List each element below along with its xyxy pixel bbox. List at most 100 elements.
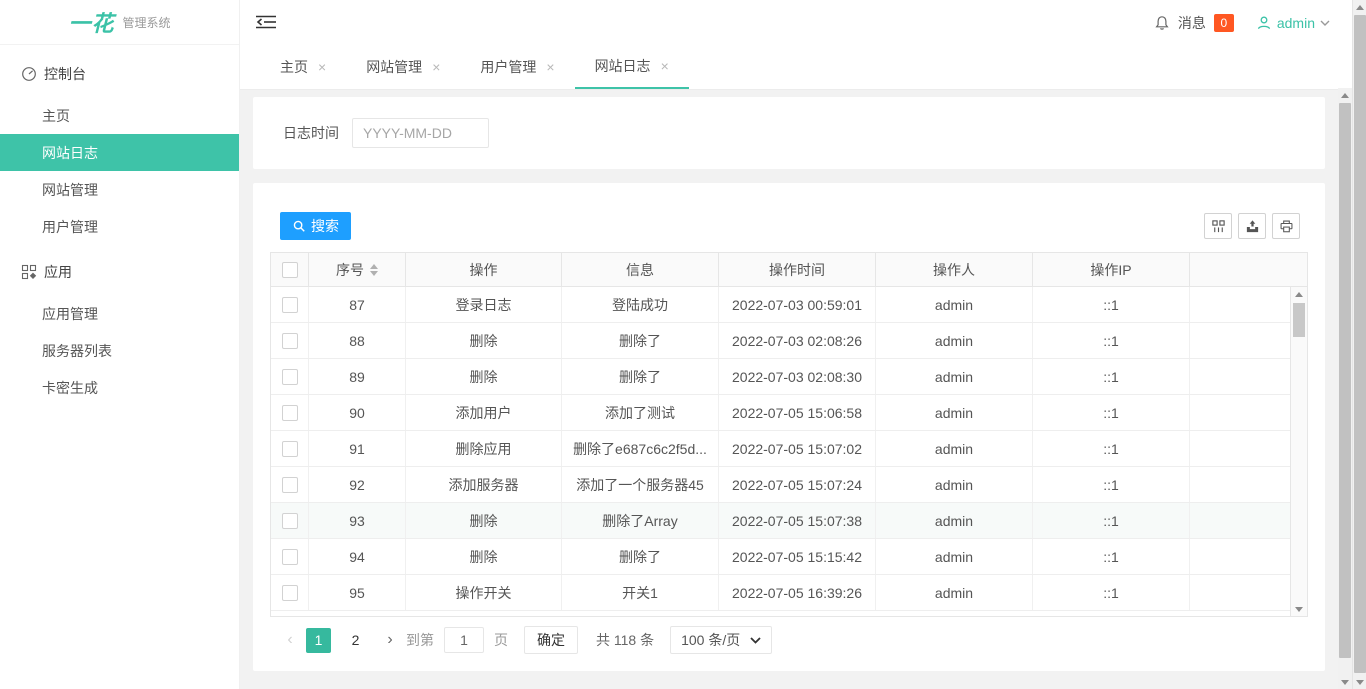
sidebar-item-label: 网站日志 bbox=[42, 143, 98, 163]
scroll-down-icon[interactable] bbox=[1353, 675, 1366, 689]
sidebar-collapse-icon[interactable] bbox=[255, 14, 277, 30]
cell-filler bbox=[1190, 431, 1290, 466]
sidebar-item-label: 卡密生成 bbox=[42, 378, 98, 398]
cell-time: 2022-07-05 15:07:38 bbox=[719, 503, 876, 538]
table-scrollbar[interactable] bbox=[1290, 287, 1307, 616]
row-checkbox[interactable] bbox=[282, 297, 298, 313]
cell-ip: ::1 bbox=[1033, 395, 1190, 430]
cell-action: 添加服务器 bbox=[406, 467, 562, 502]
table-tool-icons bbox=[1204, 213, 1300, 239]
table-scrollbar-thumb[interactable] bbox=[1293, 303, 1305, 337]
header-right: 消息 0 admin bbox=[1154, 0, 1330, 45]
goto-page-input[interactable] bbox=[444, 627, 484, 653]
tab-close-icon[interactable]: × bbox=[318, 59, 326, 75]
page-button-1[interactable]: 1 bbox=[306, 628, 331, 653]
sidebar-menu: 控制台 主页 网站日志 网站管理 用户管理 应用 bbox=[0, 45, 239, 406]
tab-close-icon[interactable]: × bbox=[546, 59, 554, 75]
cell-seq: 91 bbox=[309, 431, 406, 466]
sidebar-item-server-list[interactable]: 服务器列表 bbox=[0, 332, 239, 369]
sidebar-item-card-key-generation[interactable]: 卡密生成 bbox=[0, 369, 239, 406]
user-menu[interactable]: admin bbox=[1256, 15, 1330, 31]
cell-operator: admin bbox=[876, 359, 1033, 394]
cell-operator: admin bbox=[876, 467, 1033, 502]
content-scrollbar[interactable] bbox=[1338, 88, 1352, 689]
table-row: 92添加服务器添加了一个服务器452022-07-05 15:07:24admi… bbox=[271, 467, 1290, 503]
log-date-input[interactable] bbox=[352, 118, 489, 148]
tab-user-management[interactable]: 用户管理 × bbox=[460, 45, 574, 89]
scroll-up-icon[interactable] bbox=[1338, 88, 1352, 102]
sidebar-item-site-logs[interactable]: 网站日志 bbox=[0, 134, 239, 171]
table-row: 89删除删除了2022-07-03 02:08:30admin::1 bbox=[271, 359, 1290, 395]
content-scrollbar-thumb[interactable] bbox=[1339, 103, 1351, 658]
sidebar-section-apps[interactable]: 应用 bbox=[0, 249, 239, 295]
cell-ip: ::1 bbox=[1033, 287, 1190, 322]
sidebar-item-label: 用户管理 bbox=[42, 217, 98, 237]
cell-time: 2022-07-05 15:06:58 bbox=[719, 395, 876, 430]
print-icon[interactable] bbox=[1272, 213, 1300, 239]
table-row: 95操作开关开关12022-07-05 16:39:26admin::1 bbox=[271, 575, 1290, 611]
scroll-down-icon[interactable] bbox=[1338, 675, 1352, 689]
search-button[interactable]: 搜索 bbox=[280, 212, 351, 240]
next-page-button[interactable]: › bbox=[380, 631, 400, 649]
row-checkbox[interactable] bbox=[282, 477, 298, 493]
row-checkbox[interactable] bbox=[282, 333, 298, 349]
row-checkbox-cell bbox=[271, 359, 309, 394]
messages-label[interactable]: 消息 bbox=[1178, 13, 1206, 33]
tab-site-management[interactable]: 网站管理 × bbox=[346, 45, 460, 89]
cell-ip: ::1 bbox=[1033, 431, 1190, 466]
row-checkbox[interactable] bbox=[282, 585, 298, 601]
row-checkbox-cell bbox=[271, 323, 309, 358]
page-button-2[interactable]: 2 bbox=[343, 628, 368, 653]
row-checkbox-cell bbox=[271, 539, 309, 574]
sidebar-item-site-management[interactable]: 网站管理 bbox=[0, 171, 239, 208]
cell-info: 开关1 bbox=[562, 575, 719, 610]
cell-time: 2022-07-03 00:59:01 bbox=[719, 287, 876, 322]
top-header: 消息 0 admin bbox=[240, 0, 1352, 45]
scroll-up-icon[interactable] bbox=[1353, 0, 1366, 14]
cell-seq: 89 bbox=[309, 359, 406, 394]
tab-close-icon[interactable]: × bbox=[661, 58, 669, 74]
bell-icon[interactable] bbox=[1154, 15, 1170, 31]
sidebar-item-label: 应用管理 bbox=[42, 304, 98, 324]
scroll-down-icon[interactable] bbox=[1291, 602, 1307, 616]
cell-filler bbox=[1190, 287, 1290, 322]
sidebar-item-app-management[interactable]: 应用管理 bbox=[0, 295, 239, 332]
scroll-up-icon[interactable] bbox=[1291, 287, 1307, 301]
sidebar-section-label: 应用 bbox=[44, 262, 72, 282]
table-row: 91删除应用删除了e687c6c2f5d...2022-07-05 15:07:… bbox=[271, 431, 1290, 467]
sidebar-item-label: 网站管理 bbox=[42, 180, 98, 200]
export-icon[interactable] bbox=[1238, 213, 1266, 239]
row-checkbox[interactable] bbox=[282, 369, 298, 385]
messages-badge[interactable]: 0 bbox=[1214, 14, 1234, 32]
confirm-button[interactable]: 确定 bbox=[524, 626, 578, 654]
cell-info: 删除了Array bbox=[562, 503, 719, 538]
user-icon bbox=[1256, 15, 1272, 31]
tab-close-icon[interactable]: × bbox=[432, 59, 440, 75]
page-scrollbar[interactable] bbox=[1352, 0, 1366, 689]
table-row: 88删除删除了2022-07-03 02:08:26admin::1 bbox=[271, 323, 1290, 359]
sort-icon[interactable] bbox=[370, 264, 378, 276]
prev-page-button[interactable]: ‹ bbox=[280, 631, 300, 649]
row-checkbox[interactable] bbox=[282, 549, 298, 565]
cell-info: 登陆成功 bbox=[562, 287, 719, 322]
cell-action: 登录日志 bbox=[406, 287, 562, 322]
row-checkbox[interactable] bbox=[282, 405, 298, 421]
cell-seq: 88 bbox=[309, 323, 406, 358]
sidebar-section-console[interactable]: 控制台 bbox=[0, 51, 239, 97]
row-checkbox[interactable] bbox=[282, 513, 298, 529]
sidebar-item-home[interactable]: 主页 bbox=[0, 97, 239, 134]
tab-bar: 主页 × 网站管理 × 用户管理 × 网站日志 × bbox=[240, 45, 1338, 90]
page-scrollbar-thumb[interactable] bbox=[1354, 15, 1366, 673]
tab-site-logs[interactable]: 网站日志 × bbox=[575, 45, 689, 89]
brand-name: 一花 bbox=[68, 6, 114, 38]
select-all-checkbox[interactable] bbox=[282, 262, 298, 278]
page-size-select[interactable]: 100 条/页 bbox=[670, 626, 772, 654]
row-checkbox[interactable] bbox=[282, 441, 298, 457]
cell-time: 2022-07-03 02:08:26 bbox=[719, 323, 876, 358]
cell-filler bbox=[1190, 467, 1290, 502]
tab-label: 用户管理 bbox=[480, 57, 536, 77]
filter-columns-icon[interactable] bbox=[1204, 213, 1232, 239]
tab-home[interactable]: 主页 × bbox=[260, 45, 346, 89]
cell-time: 2022-07-03 02:08:30 bbox=[719, 359, 876, 394]
sidebar-item-user-management[interactable]: 用户管理 bbox=[0, 208, 239, 245]
